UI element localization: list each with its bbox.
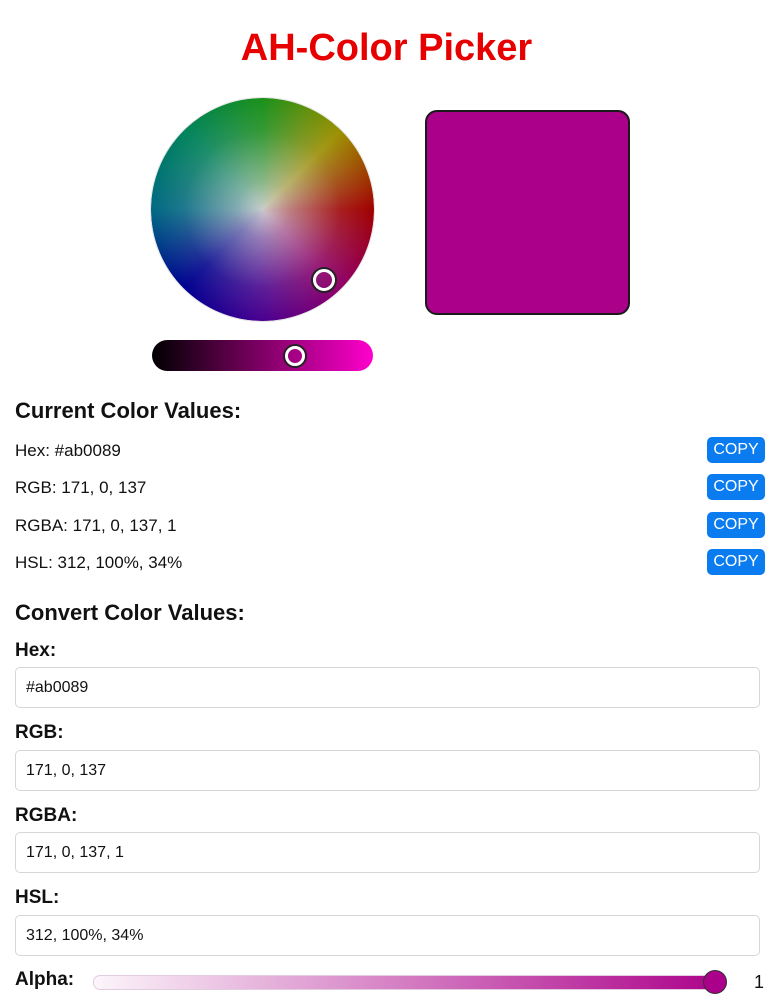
rgb-input[interactable] [15, 750, 760, 791]
hsl-value-text: HSL: 312, 100%, 34% [15, 553, 183, 572]
hex-value-row: Hex: #ab0089 COPY [15, 437, 765, 463]
copy-rgba-button[interactable]: COPY [707, 512, 765, 538]
convert-values-heading: Convert Color Values: [15, 600, 245, 625]
rgba-value-text: RGBA: 171, 0, 137, 1 [15, 516, 177, 535]
brightness-slider[interactable] [152, 340, 373, 371]
hex-value-text: Hex: #ab0089 [15, 441, 121, 460]
copy-hsl-button[interactable]: COPY [707, 549, 765, 575]
copy-rgb-button[interactable]: COPY [707, 474, 765, 500]
color-wheel-handle[interactable] [313, 269, 335, 291]
rgb-field-label: RGB: [15, 722, 64, 743]
hsl-field-label: HSL: [15, 887, 60, 908]
copy-hex-button[interactable]: COPY [707, 437, 765, 463]
alpha-slider-thumb[interactable] [703, 970, 727, 994]
alpha-slider[interactable] [93, 975, 727, 990]
alpha-value: 1 [754, 972, 765, 992]
hex-field-label: Hex: [15, 640, 57, 661]
color-preview-swatch [425, 110, 630, 315]
hex-input[interactable] [15, 667, 760, 708]
rgba-value-row: RGBA: 171, 0, 137, 1 COPY [15, 512, 765, 538]
alpha-label: Alpha: [15, 969, 75, 990]
brightness-slider-handle[interactable] [285, 346, 305, 366]
rgb-value-row: RGB: 171, 0, 137 COPY [15, 474, 765, 500]
color-wheel[interactable] [151, 98, 374, 321]
hsl-value-row: HSL: 312, 100%, 34% COPY [15, 549, 765, 575]
rgb-value-text: RGB: 171, 0, 137 [15, 478, 147, 497]
hsl-input[interactable] [15, 915, 760, 956]
current-values-heading: Current Color Values: [15, 398, 242, 423]
color-wheel-shade [151, 98, 374, 321]
rgba-field-label: RGBA: [15, 805, 78, 826]
rgba-input[interactable] [15, 832, 760, 873]
app-title: AH-Color Picker [240, 27, 533, 69]
